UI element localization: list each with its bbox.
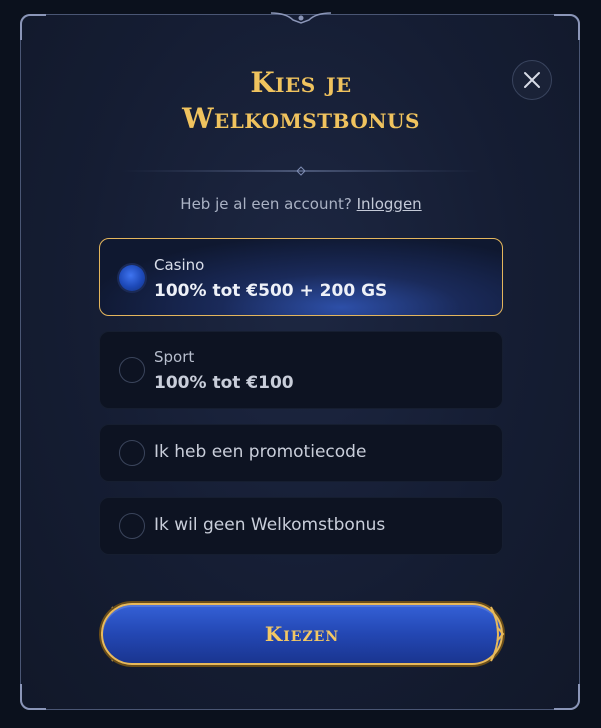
close-icon — [524, 72, 540, 88]
option-label: Ik heb een promotiecode — [154, 442, 367, 462]
title-divider — [121, 166, 481, 176]
corner-ornament — [20, 14, 46, 40]
option-promo-code[interactable]: Ik heb een promotiecode — [99, 424, 503, 482]
option-label: Sport — [154, 348, 195, 366]
radio-unselected[interactable] — [119, 440, 145, 466]
option-no-bonus[interactable]: Ik wil geen Welkomstbonus — [99, 497, 503, 555]
corner-ornament — [554, 684, 580, 710]
option-sport[interactable]: Sport 100% tot €100 — [99, 331, 503, 409]
login-prompt-line: Heb je al een account? Inloggen — [21, 195, 581, 213]
choose-button-label: Kiezen — [264, 622, 340, 646]
login-link[interactable]: Inloggen — [357, 195, 422, 213]
top-ornament-icon — [271, 12, 331, 24]
option-label: Casino — [154, 256, 205, 274]
option-label: Ik wil geen Welkomstbonus — [154, 515, 386, 535]
option-value: 100% tot €100 — [154, 373, 294, 393]
login-prompt-text: Heb je al een account? — [180, 195, 352, 213]
choose-button[interactable]: Kiezen — [101, 603, 503, 665]
option-casino[interactable]: Casino 100% tot €500 + 200 GS — [99, 238, 503, 316]
button-ornament-icon — [490, 606, 505, 662]
close-button[interactable] — [512, 60, 552, 100]
radio-unselected[interactable] — [119, 357, 145, 383]
corner-ornament — [554, 14, 580, 40]
radio-selected[interactable] — [119, 265, 145, 291]
radio-unselected[interactable] — [119, 513, 145, 539]
corner-ornament — [20, 684, 46, 710]
title-line-1: Kies je — [250, 66, 352, 99]
title-line-2: Welkomstbonus — [182, 102, 420, 135]
welcome-bonus-dialog: Kies je Welkomstbonus Heb je al een acco… — [20, 12, 581, 710]
option-value: 100% tot €500 + 200 GS — [154, 281, 388, 301]
dialog-title: Kies je Welkomstbonus — [21, 65, 581, 137]
